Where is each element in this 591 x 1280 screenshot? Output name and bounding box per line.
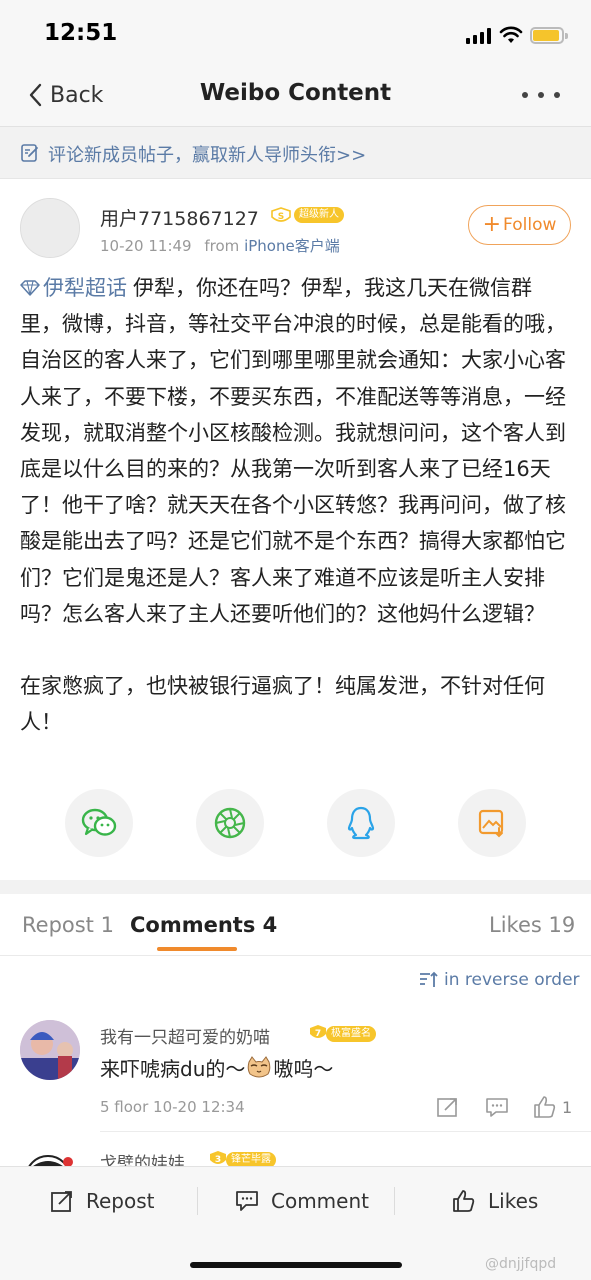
repost-label: Repost (86, 1189, 155, 1213)
edit-note-icon (21, 144, 38, 162)
weibo-content-page: 12:51 Back Weibo Content 评论新成员帖子，赢取新人导师头… (0, 0, 591, 1280)
more-options-button[interactable] (522, 92, 560, 100)
moments-icon (214, 807, 246, 839)
comment-icon (236, 1191, 258, 1211)
comment-divider (100, 1131, 591, 1132)
post-meta: 10-20 11:49 from iPhone客户端 (100, 235, 340, 256)
post-time: 10-20 11:49 (100, 237, 192, 255)
commenter-avatar-image (20, 1020, 80, 1080)
weibo-watermark: @dnjjfqpd (485, 1256, 557, 1272)
fan-level-number: 7 (315, 1029, 321, 1039)
follow-button[interactable]: + Follow (468, 205, 571, 245)
diamond-icon (20, 280, 40, 296)
comment-meta: 5 floor 10-20 12:34 (100, 1098, 245, 1116)
share-qq-button[interactable] (327, 789, 395, 857)
default-avatar-icon (21, 199, 79, 257)
newcomer-banner[interactable]: 评论新成员帖子，赢取新人导师头衔>> (0, 127, 591, 179)
banner-text: 评论新成员帖子，赢取新人导师头衔>> (48, 145, 367, 166)
share-moments-button[interactable] (196, 789, 264, 857)
comment-like-count: 1 (562, 1098, 573, 1117)
post-source: iPhone客户端 (244, 237, 340, 255)
active-tab-indicator (157, 947, 237, 951)
comment-button[interactable]: Comment (235, 1185, 369, 1217)
commenter-name[interactable]: 我有一只超可爱的奶喵 (100, 1023, 270, 1048)
save-image-icon (478, 809, 504, 838)
interaction-tabs: Repost 1 Comments 4 Likes 19 (0, 894, 591, 956)
comment-label: Comment (271, 1189, 369, 1213)
qq-icon (347, 806, 375, 840)
home-indicator[interactable] (190, 1262, 402, 1268)
super-topic-link[interactable]: 伊犁超话 (20, 276, 127, 300)
repost-comment-icon[interactable] (435, 1095, 461, 1119)
comment-text-before: 来吓唬病du的～ (100, 1057, 246, 1081)
repost-icon (51, 1191, 72, 1212)
tab-comments[interactable]: Comments 4 (130, 913, 277, 937)
member-level-icon: S (271, 207, 291, 222)
fan-level-icon: 7 (310, 1025, 326, 1039)
super-topic-label: 伊犁超话 (43, 276, 127, 300)
reply-comment-icon[interactable] (484, 1095, 510, 1119)
newcomer-badge: 超级新人 (294, 207, 344, 223)
commenter-badge: 极富盛名 (326, 1026, 376, 1042)
nav-bar: Back Weibo Content (0, 62, 591, 127)
cat-emoji-icon (248, 1056, 271, 1078)
likes-button[interactable]: Likes (452, 1185, 538, 1217)
svg-text:S: S (278, 212, 284, 222)
user-avatar[interactable] (20, 198, 80, 258)
tab-repost[interactable]: Repost 1 (22, 913, 114, 937)
post-paragraph-1: 伊犁，你还在吗？伊犁，我这几天在微信群里，微博，抖音，等社交平台冲浪的时候，总是… (20, 276, 566, 626)
thumbs-up-icon (453, 1190, 475, 1212)
comment-avatar[interactable] (20, 1020, 80, 1080)
tab-likes[interactable]: Likes 19 (489, 913, 575, 937)
comment-text: 来吓唬病du的～ 嗷呜～ (100, 1053, 333, 1082)
post-username[interactable]: 用户7715867127 (100, 204, 259, 231)
wifi-icon (499, 26, 523, 43)
comment-text-after: 嗷呜～ (273, 1057, 334, 1081)
repost-button[interactable]: Repost (50, 1185, 155, 1217)
toolbar-separator-2 (394, 1187, 395, 1215)
save-image-button[interactable] (458, 789, 526, 857)
sort-order-label: in reverse order (444, 970, 580, 990)
cellular-signal-icon (466, 28, 492, 44)
follow-label: Follow (503, 215, 557, 235)
post-from-label: from (204, 237, 240, 255)
sort-icon (420, 971, 438, 987)
wechat-icon (81, 808, 117, 836)
post-content: 伊犁超话 伊犁，你还在吗？伊犁，我这几天在微信群里，微博，抖音，等社交平台冲浪的时… (20, 270, 571, 741)
share-row (0, 789, 591, 859)
page-title: Weibo Content (199, 80, 392, 106)
battery-icon (530, 27, 568, 44)
status-time: 12:51 (44, 20, 118, 46)
section-divider (0, 880, 591, 894)
post-paragraph-2: 在家憋疯了，也快被银行逼疯了！纯属发泄，不针对任何人！ (20, 674, 545, 735)
plus-icon: + (482, 212, 502, 237)
sort-order-button[interactable]: in reverse order (418, 970, 580, 990)
like-comment-icon[interactable] (532, 1095, 558, 1119)
fan-level-number-2: 3 (215, 1155, 221, 1165)
status-bar: 12:51 (0, 0, 591, 62)
likes-label: Likes (488, 1189, 539, 1213)
toolbar-separator (197, 1187, 198, 1215)
share-wechat-button[interactable] (65, 789, 133, 857)
